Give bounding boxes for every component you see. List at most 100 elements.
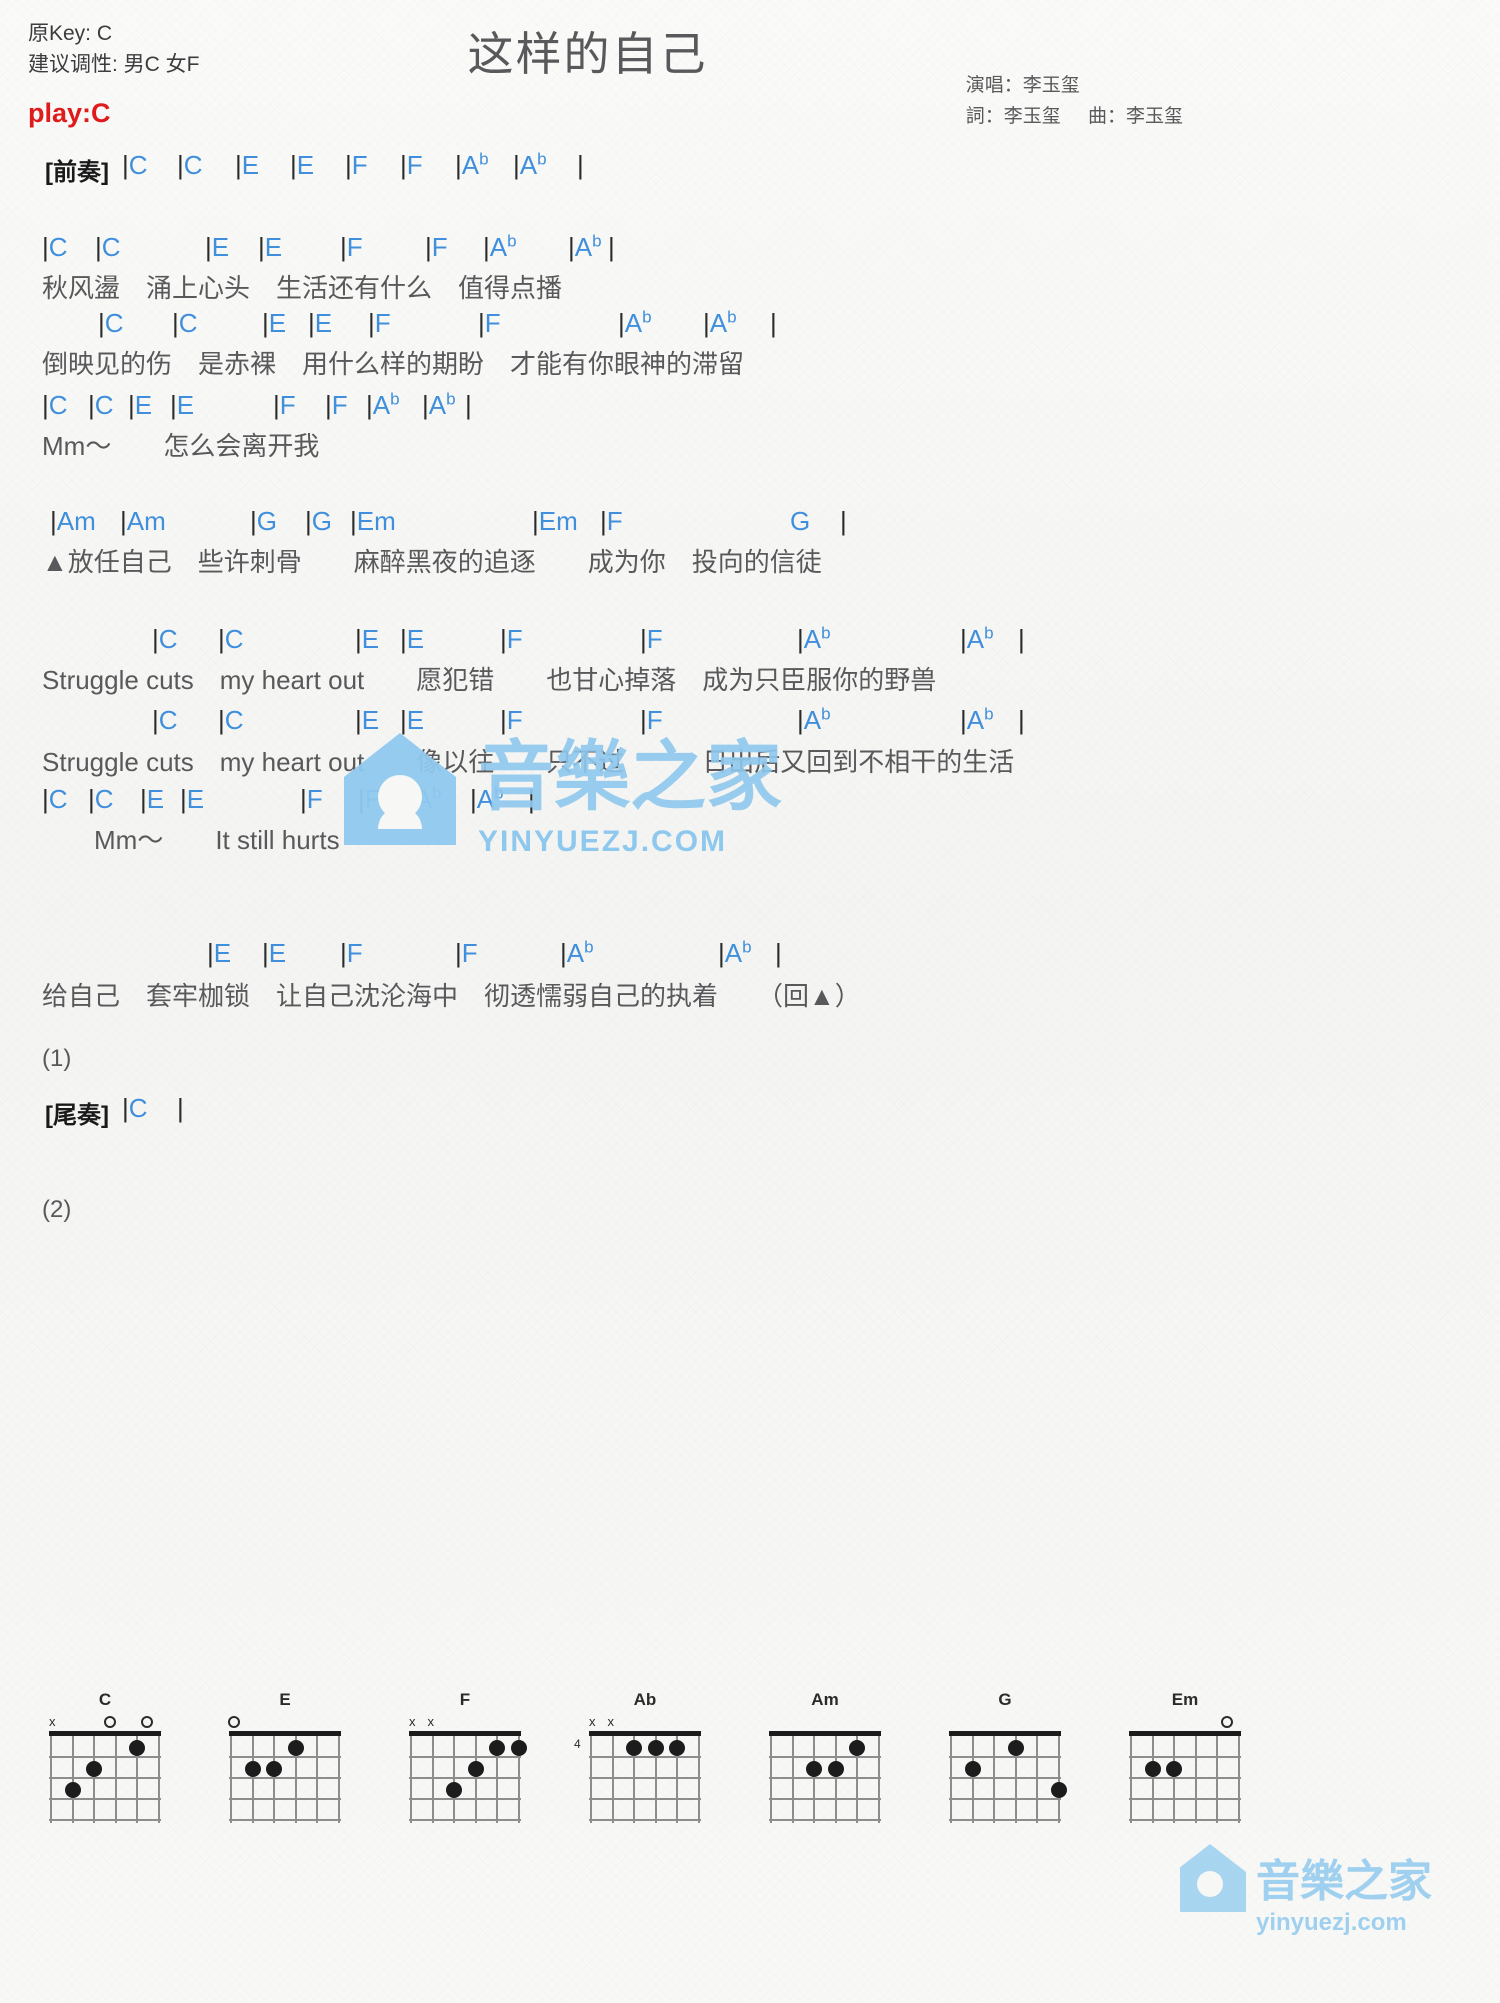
- string-line: [791, 1736, 794, 1823]
- chord-intro-1: |C: [177, 150, 203, 180]
- chord-verse1-l2-5: |F: [478, 308, 501, 338]
- fret-line: [769, 1819, 881, 1821]
- chord-diagram-e: E: [220, 1690, 350, 1823]
- credit-singer-row: 演唱：李玉玺: [966, 70, 1205, 101]
- string-line: [813, 1736, 815, 1823]
- alt-marker-1: (1): [42, 1045, 72, 1072]
- string-line: [431, 1736, 434, 1823]
- nut: [589, 1731, 701, 1736]
- chord-chorus-l1-7: G: [790, 506, 811, 536]
- chord-alt1-line-6: |: [775, 938, 782, 968]
- chord-diagram-name: Ab: [633, 1690, 657, 1709]
- fret-line: [49, 1798, 161, 1800]
- fret-line: [49, 1819, 161, 1821]
- chord-chorus-l4-0: |C: [42, 784, 68, 814]
- finger-dot: [827, 1761, 844, 1777]
- chord-diagram-name: F: [459, 1690, 471, 1709]
- fret-line: [229, 1798, 341, 1800]
- chord-chorus-l4-8: |: [528, 784, 535, 814]
- credit-singer: 演唱：李玉玺: [965, 75, 1080, 96]
- fret-line: [769, 1798, 881, 1800]
- chord-verse1-l1-4: |F: [340, 232, 363, 262]
- chord-chorus-l1-3: |G: [305, 506, 332, 536]
- credits: 演唱：李玉玺 詞：李玉玺 曲：李玉玺: [966, 70, 1205, 132]
- chord-chorus-l3-4: |F: [500, 705, 523, 735]
- fret-line: [769, 1777, 881, 1779]
- string-line: [611, 1736, 614, 1823]
- fret-line: [229, 1756, 341, 1758]
- finger-dot: [626, 1740, 642, 1756]
- string-line: [50, 1736, 52, 1823]
- string-line: [1216, 1736, 1218, 1823]
- section-label-intro: [前奏]: [45, 159, 109, 186]
- finger-dot: [86, 1761, 102, 1777]
- string-line: [770, 1736, 772, 1823]
- chord-intro-5: |F: [400, 150, 423, 180]
- chord-diagram-name: E: [279, 1690, 291, 1709]
- lyric-chorus-l2: Struggle cuts my heart out 愿犯错 也甘心掉落 成为只…: [42, 665, 937, 695]
- chord-verse1-l3-7: |Ab: [422, 389, 456, 420]
- finger-dot: [489, 1740, 505, 1756]
- finger-dot: [129, 1740, 145, 1756]
- chord-diagram-c: Cx: [40, 1690, 170, 1823]
- chord-verse1-l3-5: |F: [325, 390, 348, 420]
- string-line: [834, 1736, 837, 1823]
- chord-verse1-l2-8: |: [770, 308, 777, 338]
- string-line: [1194, 1736, 1197, 1823]
- fret-line: [769, 1756, 881, 1758]
- chord-chorus-l1-5: |Em: [532, 506, 578, 536]
- fret-line: [949, 1777, 1061, 1779]
- chord-verse1-l3-4: |F: [273, 390, 296, 420]
- chord-alt1-line-4: |Ab: [560, 937, 594, 968]
- finger-dot: [669, 1740, 685, 1756]
- chord-chorus-l2-5: |F: [640, 624, 663, 654]
- chord-verse1-l2-6: |Ab: [618, 307, 652, 338]
- fret-line: [1129, 1756, 1241, 1758]
- chord-verse1-l2-3: |E: [308, 308, 333, 338]
- chord-verse1-l2-4: |F: [368, 308, 391, 338]
- chord-alt1-line-0: |E: [207, 938, 232, 968]
- fretboard-grid: [769, 1731, 881, 1823]
- chord-chorus-l1-1: |Am: [120, 506, 166, 536]
- chord-alt1-line-1: |E: [262, 938, 287, 968]
- fret-line: [1129, 1777, 1241, 1779]
- finger-dot: [510, 1740, 527, 1756]
- string-line: [157, 1736, 160, 1823]
- string-line: [337, 1736, 340, 1823]
- muted-string-marker: x: [589, 1714, 596, 1729]
- lyric-verse1-l2: 倒映见的伤 是赤裸 用什么样的期盼 才能有你眼神的滞留: [42, 349, 745, 379]
- fretboard-grid: [409, 1731, 527, 1823]
- finger-dot: [806, 1761, 822, 1777]
- chord-chorus-l3-3: |E: [400, 705, 425, 735]
- chord-verse1-l1-0: |C: [42, 232, 68, 262]
- muted-string-marker: x: [409, 1714, 416, 1729]
- chord-diagram-top-marks: [760, 1712, 890, 1731]
- string-line: [251, 1736, 254, 1823]
- fret-line: [409, 1819, 521, 1821]
- string-line: [453, 1736, 455, 1823]
- string-line: [590, 1736, 592, 1823]
- finger-dot: [647, 1740, 664, 1756]
- string-line: [1173, 1736, 1175, 1823]
- chord-verse1-l1-3: |E: [258, 232, 283, 262]
- fret-line: [949, 1798, 1061, 1800]
- chord-verse1-l1-5: |F: [425, 232, 448, 262]
- chord-chorus-l2-3: |E: [400, 624, 425, 654]
- open-string-marker: [1220, 1716, 1233, 1728]
- chord-diagram-em: Em: [1120, 1690, 1250, 1823]
- chord-diagram-top-marks: xx: [400, 1712, 530, 1731]
- string-line: [1036, 1736, 1038, 1823]
- muted-string-marker: x: [427, 1714, 435, 1729]
- fret-line: [949, 1819, 1061, 1821]
- string-line: [950, 1736, 952, 1823]
- chord-verse1-l1-7: |Ab: [568, 231, 602, 262]
- string-line: [877, 1736, 880, 1823]
- chord-diagram-name: G: [998, 1690, 1012, 1709]
- string-line: [93, 1736, 95, 1823]
- string-line: [1151, 1736, 1154, 1823]
- fret-line: [589, 1777, 701, 1779]
- chord-diagram-f: Fxx: [400, 1690, 530, 1823]
- chord-chorus-l4-5: |F: [358, 784, 381, 814]
- chord-chorus-l1-2: |G: [250, 506, 277, 536]
- chord-intro-7: |Ab: [513, 149, 547, 180]
